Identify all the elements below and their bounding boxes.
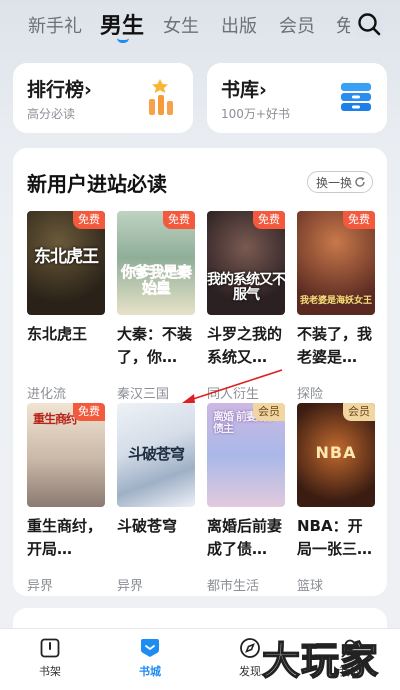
nav-bookstore[interactable]: 书城 — [120, 637, 180, 679]
section-title: 新用户进站必读 — [27, 172, 167, 196]
library-subtitle: 100万+好书 — [221, 107, 290, 121]
book-cover: 离婚 前妻成了债主 会员 — [207, 403, 285, 507]
bookshelf-nav-icon — [39, 637, 61, 659]
cover-title: 我老婆是海妖女王 — [299, 296, 372, 306]
nav-label: 书架 — [39, 665, 61, 678]
book-card[interactable]: 重生商纣 免费 重生商纣，开局… 异界 — [27, 403, 105, 594]
nav-profile[interactable]: 我的 — [320, 637, 380, 679]
tab-male[interactable]: 男生 — [100, 8, 144, 40]
book-category: 探险 — [297, 387, 324, 402]
book-cover: 东北虎王 免费 — [27, 211, 105, 315]
book-cover: 我老婆是海妖女王 免费 — [297, 211, 375, 315]
book-title: 不装了，我老婆是… — [297, 325, 373, 366]
book-title: 斗破苍穹 — [117, 517, 178, 535]
tab-new-user-gift[interactable]: 新手礼 — [28, 12, 82, 38]
book-cover: 我的系统又不服气 免费 — [207, 211, 285, 315]
tab-free[interactable]: 免 — [336, 12, 350, 38]
search-button[interactable] — [355, 10, 383, 38]
free-badge: 免费 — [343, 211, 375, 229]
book-title: 离婚后前妻成了债… — [207, 517, 283, 558]
channel-tabs: 新手礼 男生 女生 出版 会员 免 — [0, 0, 400, 50]
book-card[interactable]: NBA 会员 NBA：开局一张三… 篮球 — [297, 403, 375, 594]
nav-label: 发现 — [239, 665, 261, 678]
book-category: 都市生活 — [207, 579, 260, 594]
book-cover: 斗破苍穹 — [117, 403, 195, 507]
cover-title: 你爹我是秦始皇 — [120, 263, 193, 297]
book-title: NBA：开局一张三… — [297, 517, 373, 558]
book-category: 进化流 — [27, 387, 67, 402]
cover-title: NBA — [315, 443, 357, 462]
nav-label: 我的 — [339, 665, 361, 678]
library-card[interactable]: 书库› 100万+好书 — [207, 63, 387, 133]
new-user-must-read-section: 新用户进站必读 换一换 东北虎王 免费 东北虎王 进化流 你爹我是秦始皇 免费 … — [13, 148, 387, 596]
vip-badge: 会员 — [343, 403, 375, 421]
free-badge: 免费 — [73, 211, 105, 229]
annotation-arrow — [182, 369, 283, 403]
refresh-icon — [355, 177, 365, 187]
book-card[interactable]: 斗破苍穹 斗破苍穹 异界 — [117, 403, 195, 594]
free-badge: 免费 — [253, 211, 285, 229]
cover-title: 我的系统又不服气 — [207, 272, 285, 303]
book-title: 大秦：不装了，你… — [117, 325, 193, 366]
search-icon — [358, 13, 381, 36]
cover-title: 东北虎王 — [34, 247, 99, 267]
refresh-label: 换一换 — [315, 175, 352, 190]
book-title: 斗罗之我的系统又… — [207, 325, 283, 366]
book-category: 异界 — [27, 579, 54, 594]
book-title: 东北虎王 — [27, 325, 88, 343]
book-category: 异界 — [117, 579, 144, 594]
tab-female[interactable]: 女生 — [163, 12, 199, 38]
book-category: 篮球 — [297, 579, 324, 594]
book-cover: NBA 会员 — [297, 403, 375, 507]
book-cover: 重生商纣 免费 — [27, 403, 105, 507]
nav-label: 书城 — [139, 665, 161, 678]
cover-title: 斗破苍穹 — [127, 445, 185, 463]
profile-icon — [339, 637, 361, 659]
nav-discover[interactable]: 发现 — [220, 637, 280, 679]
compass-icon — [239, 637, 261, 659]
bookshelf-icon — [341, 83, 371, 111]
ranking-subtitle: 高分必读 — [27, 107, 76, 121]
bottom-navigation: 书架 书城 发现 我的 — [0, 628, 400, 690]
free-badge: 免费 — [73, 403, 105, 421]
tab-publish[interactable]: 出版 — [221, 12, 257, 38]
nav-bookshelf[interactable]: 书架 — [20, 637, 80, 679]
book-cover: 你爹我是秦始皇 免费 — [117, 211, 195, 315]
free-badge: 免费 — [163, 211, 195, 229]
active-tab-indicator — [117, 38, 129, 43]
library-title: 书库› — [221, 79, 267, 101]
book-card[interactable]: 离婚 前妻成了债主 会员 离婚后前妻成了债… 都市生活 — [207, 403, 285, 594]
refresh-button[interactable]: 换一换 — [306, 171, 373, 193]
ranking-bars-icon — [149, 79, 173, 115]
tab-vip[interactable]: 会员 — [279, 12, 315, 38]
book-card[interactable]: 我老婆是海妖女王 免费 不装了，我老婆是… 探险 — [297, 211, 375, 402]
book-card[interactable]: 东北虎王 免费 东北虎王 进化流 — [27, 211, 105, 402]
book-title: 重生商纣，开局… — [27, 517, 103, 558]
ranking-card[interactable]: 排行榜› 高分必读 — [13, 63, 193, 133]
bookstore-nav-icon — [139, 637, 161, 659]
ranking-title: 排行榜› — [27, 79, 92, 101]
